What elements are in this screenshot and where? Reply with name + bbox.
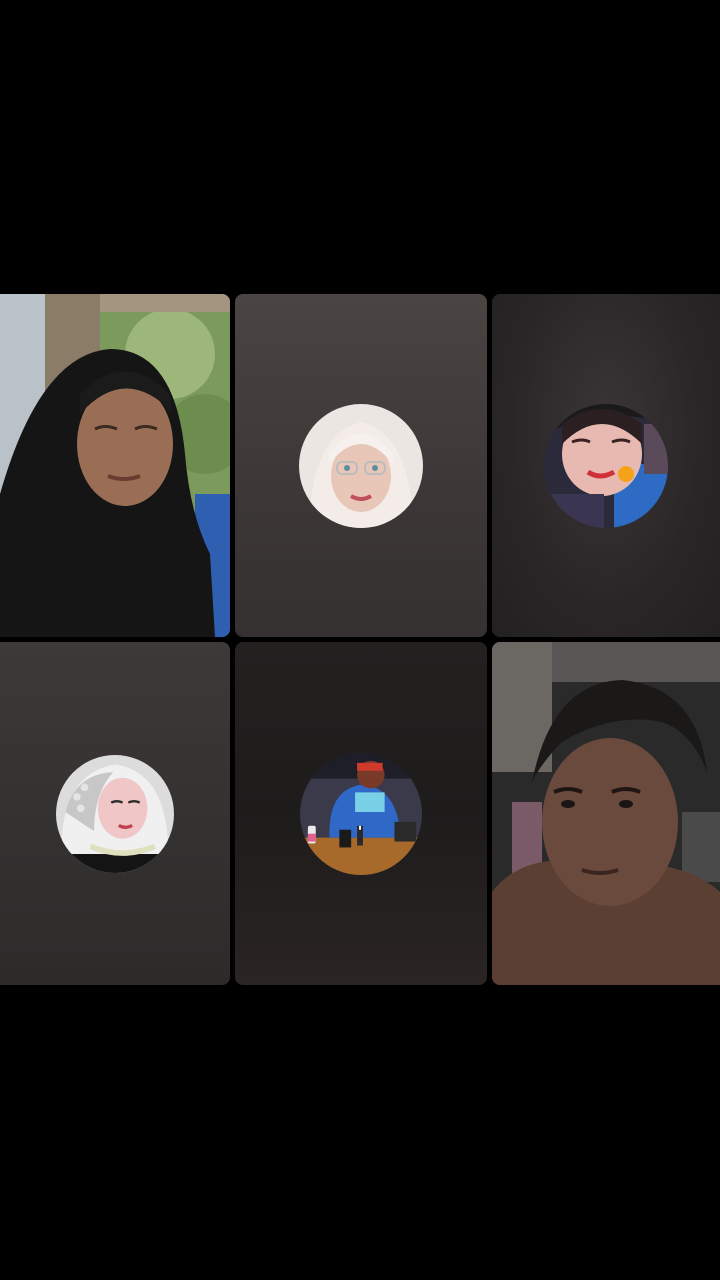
participant-tile-5[interactable] [235,642,487,985]
participant-tile-6-video[interactable] [492,642,720,985]
participant-tile-2[interactable] [235,294,487,637]
participant-avatar [300,752,422,875]
participant-avatar [299,403,423,528]
participant-tile-4[interactable] [0,642,230,985]
participant-avatar [544,403,668,528]
participant-tile-3[interactable] [492,294,720,637]
call-participant-grid [0,0,720,1280]
participant-tile-1-video[interactable] [0,294,230,637]
participant-avatar [56,754,174,873]
participant-video-feed [0,294,230,637]
participant-video-feed [492,642,720,985]
